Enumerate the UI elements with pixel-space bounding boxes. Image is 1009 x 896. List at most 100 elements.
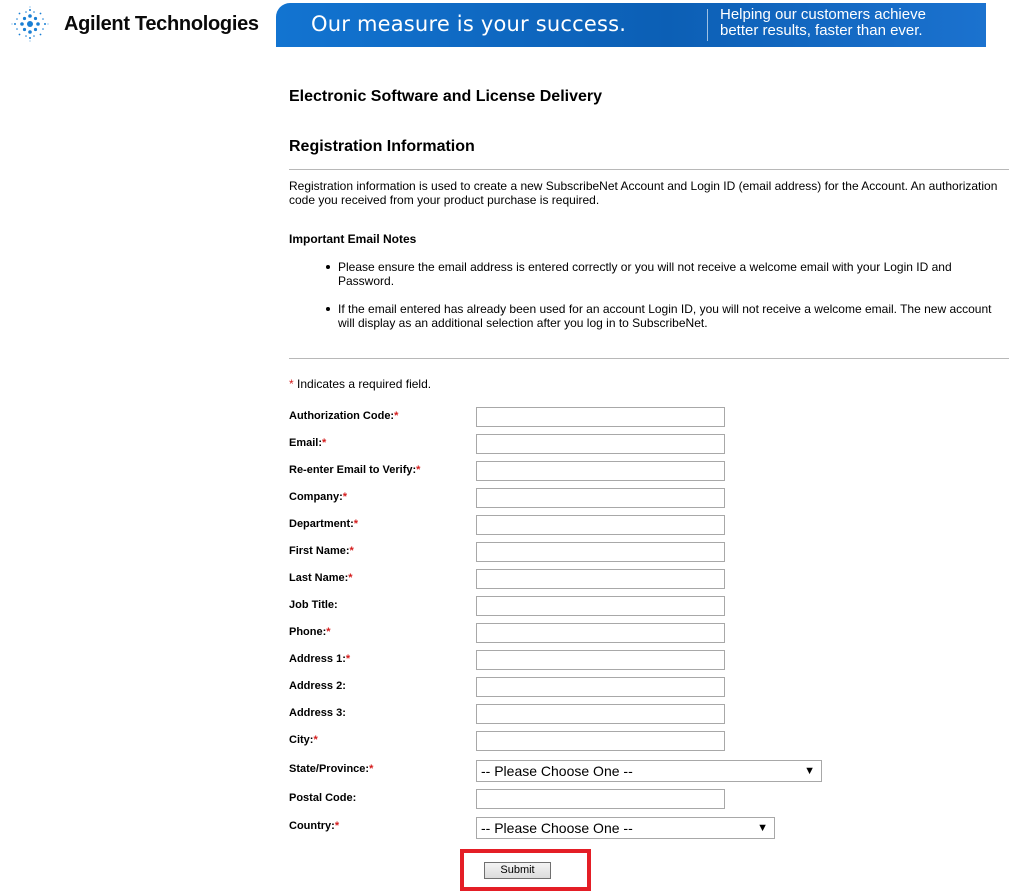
- first-name-input[interactable]: [476, 542, 725, 562]
- country-selected: -- Please Choose One --: [481, 820, 633, 836]
- required-asterisk: *: [313, 734, 318, 746]
- field-label: Department:*: [289, 518, 358, 530]
- email-verify-input[interactable]: [476, 461, 725, 481]
- list-item: If the email entered has already been us…: [289, 302, 1009, 330]
- field-label-text: Phone:: [289, 626, 327, 638]
- field-label: Address 1:*: [289, 653, 350, 665]
- state-province-selected: -- Please Choose One --: [481, 763, 633, 779]
- address-3-input[interactable]: [476, 704, 725, 724]
- field-label-text: Company:: [289, 491, 343, 503]
- field-label-text: Last Name:: [289, 572, 349, 584]
- form-row-city: City:*: [289, 731, 1009, 753]
- field-label-text: Authorization Code:: [289, 410, 395, 422]
- field-label: Company:*: [289, 491, 347, 503]
- tagline: Our measure is your success.: [311, 12, 627, 36]
- last-name-input[interactable]: [476, 569, 725, 589]
- country-select[interactable]: -- Please Choose One -- ▼: [476, 817, 775, 839]
- required-asterisk: *: [334, 820, 340, 832]
- notes-title: Important Email Notes: [289, 232, 417, 246]
- dropdown-arrow-icon: ▼: [757, 822, 768, 834]
- form-row-first-name: First Name:*: [289, 542, 1009, 564]
- email-input[interactable]: [476, 434, 725, 454]
- field-label: City:*: [289, 734, 318, 746]
- section-title: Registration Information: [289, 138, 475, 155]
- field-label: Country:*: [289, 820, 339, 832]
- intro-text: Registration information is used to crea…: [289, 179, 998, 207]
- form-row-address-1: Address 1:*: [289, 650, 1009, 672]
- address-1-input[interactable]: [476, 650, 725, 670]
- field-label-text: Country:: [289, 820, 335, 832]
- page: Agilent Technologies Our measure is your…: [0, 0, 1009, 896]
- form-row-country: Country:* -- Please Choose One -- ▼: [289, 817, 1009, 839]
- agilent-spark-icon: [11, 6, 49, 42]
- required-asterisk: *: [349, 545, 354, 557]
- job-title-input[interactable]: [476, 596, 725, 616]
- required-asterisk: *: [326, 626, 331, 638]
- company-input[interactable]: [476, 488, 725, 508]
- field-label: Job Title:: [289, 599, 338, 611]
- form-row-company: Company:*: [289, 488, 1009, 510]
- state-province-select[interactable]: -- Please Choose One -- ▼: [476, 760, 822, 782]
- field-label: Authorization Code:*: [289, 410, 398, 422]
- banner-divider: [707, 9, 708, 41]
- submit-highlight: Submit: [460, 849, 591, 891]
- header: Agilent Technologies Our measure is your…: [0, 0, 1009, 48]
- postal-code-input[interactable]: [476, 789, 725, 809]
- field-label-text: State/Province:: [289, 763, 370, 775]
- divider: [289, 358, 1009, 359]
- field-label-text: Job Title:: [289, 599, 338, 611]
- form-row-authorization-code: Authorization Code:*: [289, 407, 1009, 429]
- field-label: Address 2:: [289, 680, 346, 692]
- field-label-text: Re-enter Email to Verify:: [289, 464, 417, 476]
- required-asterisk: *: [353, 518, 359, 530]
- list-item: Please ensure the email address is enter…: [289, 260, 1009, 288]
- form-row-last-name: Last Name:*: [289, 569, 1009, 591]
- field-label: First Name:*: [289, 545, 354, 557]
- form-row-job-title: Job Title:: [289, 596, 1009, 618]
- field-label-text: Department:: [289, 518, 354, 530]
- city-input[interactable]: [476, 731, 725, 751]
- field-label: Phone:*: [289, 626, 331, 638]
- banner-subtext: Helping our customers achieve better res…: [720, 7, 926, 39]
- required-asterisk: *: [369, 763, 374, 775]
- form-row-address-2: Address 2:: [289, 677, 1009, 699]
- page-title: Electronic Software and License Delivery: [289, 88, 603, 105]
- dropdown-arrow-icon: ▼: [804, 765, 815, 777]
- banner-subtext-line: better results, faster than ever.: [720, 22, 923, 39]
- form-row-department: Department:*: [289, 515, 1009, 537]
- required-asterisk: *: [416, 464, 421, 476]
- required-asterisk: *: [394, 410, 399, 422]
- submit-button[interactable]: Submit: [484, 862, 551, 879]
- banner-subtext-line: Helping our customers achieve: [720, 6, 926, 23]
- field-label-text: City:: [289, 734, 314, 746]
- field-label-text: Postal Code:: [289, 792, 357, 804]
- field-label-text: Address 3:: [289, 707, 346, 719]
- email-notes-list: Please ensure the email address is enter…: [289, 260, 1009, 344]
- required-asterisk: *: [348, 572, 353, 584]
- field-label-text: First Name:: [289, 545, 350, 557]
- form-row-state-province: State/Province:* -- Please Choose One --…: [289, 760, 1009, 782]
- field-label: Last Name:*: [289, 572, 353, 584]
- form-row-address-3: Address 3:: [289, 704, 1009, 726]
- field-label: Postal Code:: [289, 792, 356, 804]
- form-row-email-verify: Re-enter Email to Verify:*: [289, 461, 1009, 483]
- field-label: Address 3:: [289, 707, 346, 719]
- form-row-postal-code: Postal Code:: [289, 789, 1009, 811]
- required-asterisk: *: [322, 437, 327, 449]
- field-label: Re-enter Email to Verify:*: [289, 464, 420, 476]
- form-row-email: Email:*: [289, 434, 1009, 456]
- form-row-phone: Phone:*: [289, 623, 1009, 645]
- authorization-code-input[interactable]: [476, 407, 725, 427]
- field-label: State/Province:*: [289, 763, 373, 775]
- department-input[interactable]: [476, 515, 725, 535]
- required-asterisk: *: [342, 491, 348, 503]
- required-asterisk: *: [345, 653, 351, 665]
- field-label-text: Address 1:: [289, 653, 346, 665]
- divider: [289, 169, 1009, 170]
- agilent-logo[interactable]: Agilent Technologies: [10, 6, 270, 42]
- required-note-text: Indicates a required field.: [293, 377, 432, 391]
- address-2-input[interactable]: [476, 677, 725, 697]
- field-label-text: Address 2:: [289, 680, 346, 692]
- phone-input[interactable]: [476, 623, 725, 643]
- field-label: Email:*: [289, 437, 326, 449]
